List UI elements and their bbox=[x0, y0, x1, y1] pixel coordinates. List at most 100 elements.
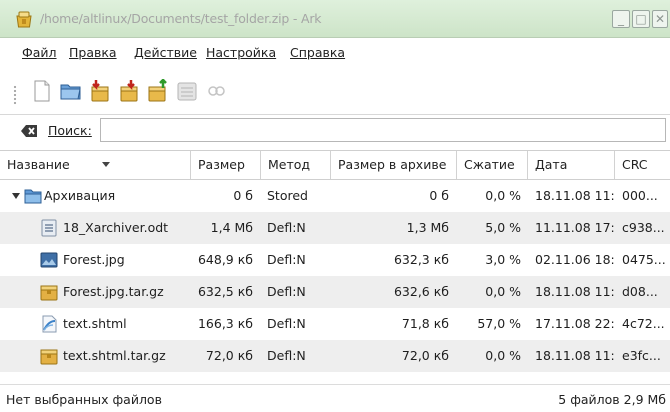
cell-date: 02.11.06 18:06 bbox=[535, 252, 615, 267]
maximize-button[interactable]: □ bbox=[632, 10, 650, 28]
image-icon bbox=[40, 252, 58, 268]
column-header-crc[interactable]: CRC bbox=[615, 151, 670, 179]
menu-settings[interactable]: Настройка bbox=[206, 45, 276, 60]
table-row[interactable]: Архивация 0 б Stored 0 б 0,0 % 18.11.08 … bbox=[0, 180, 670, 212]
column-header-size[interactable]: Размер bbox=[191, 151, 261, 179]
cell-name: text.shtml.tar.gz bbox=[63, 348, 166, 363]
archive-summary: 5 файлов 2,9 Мб bbox=[558, 392, 666, 407]
table-row[interactable]: text.shtml 166,3 кб Defl:N 71,8 кб 57,0 … bbox=[0, 308, 670, 340]
extract-icon[interactable] bbox=[88, 79, 112, 103]
menu-help-label: Справка bbox=[290, 45, 346, 60]
cell-crc: d08... bbox=[622, 284, 658, 299]
column-header-packed-size[interactable]: Размер в архиве bbox=[331, 151, 457, 179]
cell-date: 11.11.08 17:41 bbox=[535, 220, 615, 235]
view-icon[interactable] bbox=[204, 79, 228, 103]
cell-ratio: 5,0 % bbox=[485, 220, 521, 235]
cell-ratio: 3,0 % bbox=[485, 252, 521, 267]
search-label: Поиск: bbox=[48, 123, 92, 138]
add-files-icon[interactable] bbox=[146, 79, 170, 103]
cell-method: Stored bbox=[267, 188, 308, 203]
cell-size: 0 б bbox=[233, 188, 253, 203]
column-header-name-label: Название bbox=[7, 157, 70, 172]
cell-method: Defl:N bbox=[267, 284, 306, 299]
cell-name: Forest.jpg.tar.gz bbox=[63, 284, 164, 299]
search-label-text: Поиск: bbox=[48, 123, 92, 138]
clear-search-icon[interactable] bbox=[20, 123, 38, 139]
cell-date: 18.11.08 11:34 bbox=[535, 188, 615, 203]
extract-all-icon[interactable] bbox=[117, 79, 141, 103]
menu-action-label: Действие bbox=[134, 45, 197, 60]
cell-packed-size: 71,8 кб bbox=[401, 316, 449, 331]
sort-descending-icon bbox=[102, 162, 110, 167]
table-header: Название Размер Метод Размер в архиве Сж… bbox=[0, 150, 670, 180]
column-header-method-label: Метод bbox=[268, 157, 311, 172]
file-list: Название Размер Метод Размер в архиве Сж… bbox=[0, 150, 670, 375]
cell-size: 166,3 кб bbox=[197, 316, 253, 331]
cell-size: 1,4 Мб bbox=[210, 220, 253, 235]
column-header-name[interactable]: Название bbox=[0, 151, 191, 179]
table-row[interactable]: Forest.jpg 648,9 кб Defl:N 632,3 кб 3,0 … bbox=[0, 244, 670, 276]
title-bar[interactable]: /home/altlinux/Documents/test_folder.zip… bbox=[0, 0, 670, 38]
delete-icon[interactable] bbox=[175, 79, 199, 103]
minimize-button[interactable]: _ bbox=[612, 10, 630, 28]
status-bar: Нет выбранных файлов 5 файлов 2,9 Мб bbox=[0, 384, 670, 412]
cell-method: Defl:N bbox=[267, 252, 306, 267]
new-archive-icon[interactable] bbox=[30, 79, 54, 103]
cell-name: text.shtml bbox=[63, 316, 127, 331]
column-header-ratio[interactable]: Сжатие bbox=[457, 151, 528, 179]
folder-icon bbox=[24, 189, 42, 204]
cell-ratio: 0,0 % bbox=[485, 284, 521, 299]
column-header-crc-label: CRC bbox=[622, 157, 648, 172]
cell-crc: 0475... bbox=[622, 252, 666, 267]
cell-packed-size: 632,3 кб bbox=[393, 252, 449, 267]
cell-crc: 4c72... bbox=[622, 316, 665, 331]
column-header-size-label: Размер bbox=[198, 157, 245, 172]
cell-name: 18_Xarchiver.odt bbox=[63, 220, 169, 235]
table-row[interactable]: 18_Xarchiver.odt 1,4 Мб Defl:N 1,3 Мб 5,… bbox=[0, 212, 670, 244]
cell-name: Forest.jpg bbox=[63, 252, 125, 267]
cell-name: Архивация bbox=[44, 188, 116, 203]
menu-file-label: Файл bbox=[22, 45, 57, 60]
cell-method: Defl:N bbox=[267, 220, 306, 235]
cell-size: 72,0 кб bbox=[205, 348, 253, 363]
window-title: /home/altlinux/Documents/test_folder.zip… bbox=[40, 11, 322, 26]
cell-date: 18.11.08 11:34 bbox=[535, 348, 615, 363]
cell-crc: c938... bbox=[622, 220, 665, 235]
menu-edit-label: Правка bbox=[69, 45, 117, 60]
cell-date: 17.11.08 22:29 bbox=[535, 316, 615, 331]
toolbar bbox=[0, 68, 670, 115]
selection-status: Нет выбранных файлов bbox=[6, 392, 162, 407]
cell-crc: 000... bbox=[622, 188, 658, 203]
cell-ratio: 57,0 % bbox=[477, 316, 521, 331]
document-icon bbox=[41, 219, 57, 237]
cell-packed-size: 72,0 кб bbox=[401, 348, 449, 363]
column-header-date-label: Дата bbox=[535, 157, 568, 172]
menu-action[interactable]: Действие bbox=[134, 45, 197, 60]
cell-method: Defl:N bbox=[267, 316, 306, 331]
table-row[interactable]: Forest.jpg.tar.gz 632,5 кб Defl:N 632,6 … bbox=[0, 276, 670, 308]
cell-size: 632,5 кб bbox=[197, 284, 253, 299]
toolbar-grip[interactable] bbox=[13, 85, 17, 105]
menu-help[interactable]: Справка bbox=[290, 45, 345, 60]
column-header-packed-size-label: Размер в архиве bbox=[338, 157, 447, 172]
column-header-method[interactable]: Метод bbox=[261, 151, 331, 179]
cell-packed-size: 0 б bbox=[429, 188, 449, 203]
menu-settings-label: Настройка bbox=[206, 45, 277, 60]
expand-arrow-icon[interactable] bbox=[12, 193, 20, 199]
ark-app-icon bbox=[16, 11, 32, 28]
search-input[interactable] bbox=[100, 118, 666, 142]
search-bar: Поиск: bbox=[0, 114, 670, 148]
web-file-icon bbox=[42, 315, 57, 333]
cell-size: 648,9 кб bbox=[197, 252, 253, 267]
close-button[interactable]: ✕ bbox=[652, 10, 668, 28]
open-archive-icon[interactable] bbox=[59, 79, 83, 103]
cell-date: 18.11.08 11:33 bbox=[535, 284, 615, 299]
archive-icon bbox=[40, 349, 58, 365]
cell-ratio: 0,0 % bbox=[485, 188, 521, 203]
column-header-ratio-label: Сжатие bbox=[464, 157, 515, 172]
menu-file[interactable]: Файл bbox=[22, 45, 57, 60]
menu-edit[interactable]: Правка bbox=[69, 45, 117, 60]
ark-window: /home/altlinux/Documents/test_folder.zip… bbox=[0, 0, 670, 412]
table-row[interactable]: text.shtml.tar.gz 72,0 кб Defl:N 72,0 кб… bbox=[0, 340, 670, 372]
column-header-date[interactable]: Дата bbox=[528, 151, 615, 179]
